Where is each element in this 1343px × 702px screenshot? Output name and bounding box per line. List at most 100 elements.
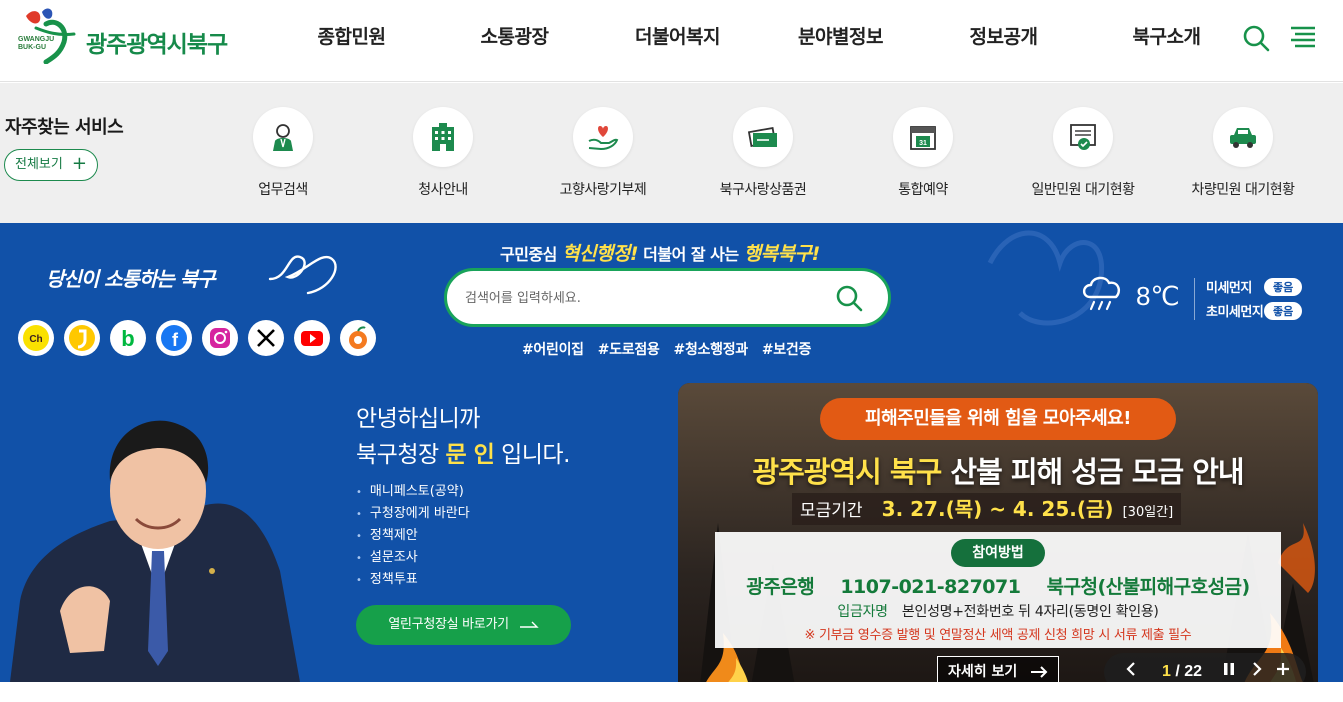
kakao-channel-link[interactable]: Ch <box>18 320 54 356</box>
mayor-link-manifesto[interactable]: 매니페스토(공약) <box>356 481 470 503</box>
quick-item-hometown-donation[interactable]: 고향사랑기부제 <box>523 107 683 207</box>
quick-item-circle: 31 <box>893 107 953 167</box>
banner-title: 광주광역시 북구 산불 피해 성금 모금 안내 <box>678 449 1318 491</box>
search-icon[interactable] <box>1242 24 1270 52</box>
svg-text:Ch: Ch <box>29 334 42 345</box>
depositor-label: 입금자명 <box>837 604 888 620</box>
tag-road-use[interactable]: #도로점용 <box>598 339 660 359</box>
kakao-story-link[interactable] <box>64 320 100 356</box>
menu-icon[interactable] <box>1289 24 1317 50</box>
quick-item-label: 청사안내 <box>418 182 468 198</box>
mayor-greeting-end: 입니다. <box>501 442 570 468</box>
quick-item-vehicle-wait[interactable]: 차량민원 대기현황 <box>1163 107 1323 207</box>
quick-item-reservation[interactable]: 31 통합예약 <box>843 107 1003 207</box>
quick-item-label: 차량민원 대기현황 <box>1191 182 1296 198</box>
mayor-link-policy-proposal[interactable]: 정책제안 <box>356 525 470 547</box>
bank-name: 광주은행 <box>746 576 815 598</box>
tagline-em2: 행복북구! <box>743 243 821 265</box>
mayor-office-button[interactable]: 열린구청장실 바로가기 <box>356 605 571 645</box>
logo-en-line1: GWANGJU <box>18 36 55 43</box>
logo-english: GWANGJU BUK-GU <box>18 36 54 52</box>
heart-hand-icon <box>588 126 619 151</box>
plus-icon <box>1277 663 1289 675</box>
site-logo[interactable]: GWANGJU BUK-GU 광주광역시북구 <box>16 6 236 72</box>
weather-widget: 8℃ 미세먼지 좋음 초미세먼지 좋음 <box>1080 269 1340 329</box>
quick-item-building-guide[interactable]: 청사안내 <box>363 107 523 207</box>
promo-banner[interactable]: 피해주민들을 위해 힘을 모아주세요! 광주광역시 북구 산불 피해 성금 모금… <box>678 383 1318 682</box>
x-icon <box>257 329 275 347</box>
mayor-link-survey[interactable]: 설문조사 <box>356 547 470 569</box>
banner-title-district: 광주광역시 북구 <box>752 455 942 489</box>
instagram-icon <box>210 328 230 348</box>
period-days: [30일간] <box>1122 505 1174 520</box>
mayor-link-policy-vote[interactable]: 정책투표 <box>356 569 470 591</box>
nav-item-communication[interactable]: 소통광장 <box>433 0 596 82</box>
quick-item-label: 업무검색 <box>258 182 308 198</box>
tagline-em1: 혁신행정! <box>561 243 639 265</box>
facebook-link[interactable]: f <box>156 320 192 356</box>
quick-item-gift-voucher[interactable]: 북구사랑상품권 <box>683 107 843 207</box>
tag-health-cert[interactable]: #보건증 <box>762 339 811 359</box>
account-holder: 북구청(산불피해구호성금) <box>1046 576 1251 598</box>
prev-slide-button[interactable] <box>1118 653 1144 682</box>
search-submit-icon[interactable] <box>835 284 863 312</box>
fine-dust-row: 미세먼지 좋음 <box>1206 277 1303 296</box>
tag-daycare[interactable]: #어린이집 <box>522 339 584 359</box>
period-label: 모금기간 <box>800 501 863 521</box>
banner-headline-pill: 피해주민들을 위해 힘을 모아주세요! <box>820 398 1176 440</box>
band-link[interactable]: b <box>110 320 146 356</box>
tangerine-icon <box>349 326 367 349</box>
nav-item-info[interactable]: 분야별정보 <box>759 0 922 82</box>
view-all-button[interactable]: 전체보기 + <box>4 149 98 181</box>
tagline-mid: 더불어 잘 사는 <box>643 245 739 264</box>
logo-en-line2: BUK-GU <box>18 44 46 51</box>
depositor-rule: 본인성명+전화번호 뒤 4자리(동명인 확인용) <box>901 604 1159 620</box>
banner-more-button[interactable]: 자세히 보기 <box>937 656 1059 682</box>
person-icon <box>273 124 293 151</box>
nav-item-welfare[interactable]: 더불어복지 <box>596 0 759 82</box>
quick-item-civil-wait[interactable]: 일반민원 대기현황 <box>1003 107 1163 207</box>
logo-title: 광주광역시북구 <box>86 32 228 58</box>
mayor-greeting-line2: 북구청장 문 인 입니다. <box>356 435 570 469</box>
x-link[interactable] <box>248 320 284 356</box>
receipt-note: ※ 기부금 영수증 발행 및 연말정산 세액 공제 신청 희망 시 서류 제출 … <box>804 628 1192 643</box>
pause-button[interactable] <box>1216 653 1242 682</box>
next-slide-button[interactable] <box>1244 653 1270 682</box>
account-number: 1107-021-827071 <box>840 576 1021 598</box>
site-header: GWANGJU BUK-GU 광주광역시북구 종합민원 소통광장 더불어복지 분… <box>0 0 1343 82</box>
nav-item-disclosure[interactable]: 정보공개 <box>922 0 1085 82</box>
search-input[interactable] <box>465 285 805 311</box>
instagram-link[interactable] <box>202 320 238 356</box>
banner-list-button[interactable] <box>1270 653 1296 682</box>
car-icon <box>1230 128 1256 148</box>
slogan-logo: 당신이 소통하는 북구 <box>46 245 346 305</box>
quick-item-work-search[interactable]: 업무검색 <box>203 107 363 207</box>
nav-item-civil[interactable]: 종합민원 <box>270 0 433 82</box>
slide-current: 1 <box>1161 663 1171 680</box>
svg-text:31: 31 <box>919 140 927 147</box>
slogan-heart-icon <box>268 255 337 295</box>
mayor-links: 매니페스토(공약) 구청장에게 바란다 정책제안 설문조사 정책투표 <box>356 481 470 591</box>
quick-item-circle <box>1213 107 1273 167</box>
period-value: 3. 27.(목) ~ 4. 25.(금) <box>881 497 1114 521</box>
ultrafine-dust-badge: 좋음 <box>1264 301 1303 320</box>
mayor-greeting-line1: 안녕하십니까 <box>356 406 480 432</box>
nav-item-about[interactable]: 북구소개 <box>1085 0 1248 82</box>
slide-counter: 1 / 22 <box>1152 653 1212 682</box>
mayor-title: 북구청장 <box>356 442 439 468</box>
mayor-link-wish[interactable]: 구청장에게 바란다 <box>356 503 470 525</box>
arrow-right-icon <box>1030 657 1048 682</box>
document-check-icon <box>1070 124 1096 150</box>
youtube-link[interactable] <box>294 320 330 356</box>
main-nav: 종합민원 소통광장 더불어복지 분야별정보 정보공개 북구소개 <box>270 0 1248 82</box>
chevron-left-icon <box>1126 662 1135 676</box>
tangerine-link[interactable] <box>340 320 376 356</box>
pause-icon <box>1224 663 1234 675</box>
banner-pagination: 1 / 22 <box>1104 653 1306 682</box>
chevron-right-icon <box>1253 662 1262 676</box>
tag-cleaning[interactable]: #청소행정과 <box>674 339 749 359</box>
banner-period: 모금기간 3. 27.(목) ~ 4. 25.(금) [30일간] <box>792 493 1182 525</box>
tagline-pre: 구민중심 <box>500 245 557 264</box>
quick-services: 자주찾는 서비스 전체보기 + 업무검색 청사안내 고향사랑기부제 북구사랑상품… <box>0 83 1343 223</box>
quick-item-circle <box>253 107 313 167</box>
